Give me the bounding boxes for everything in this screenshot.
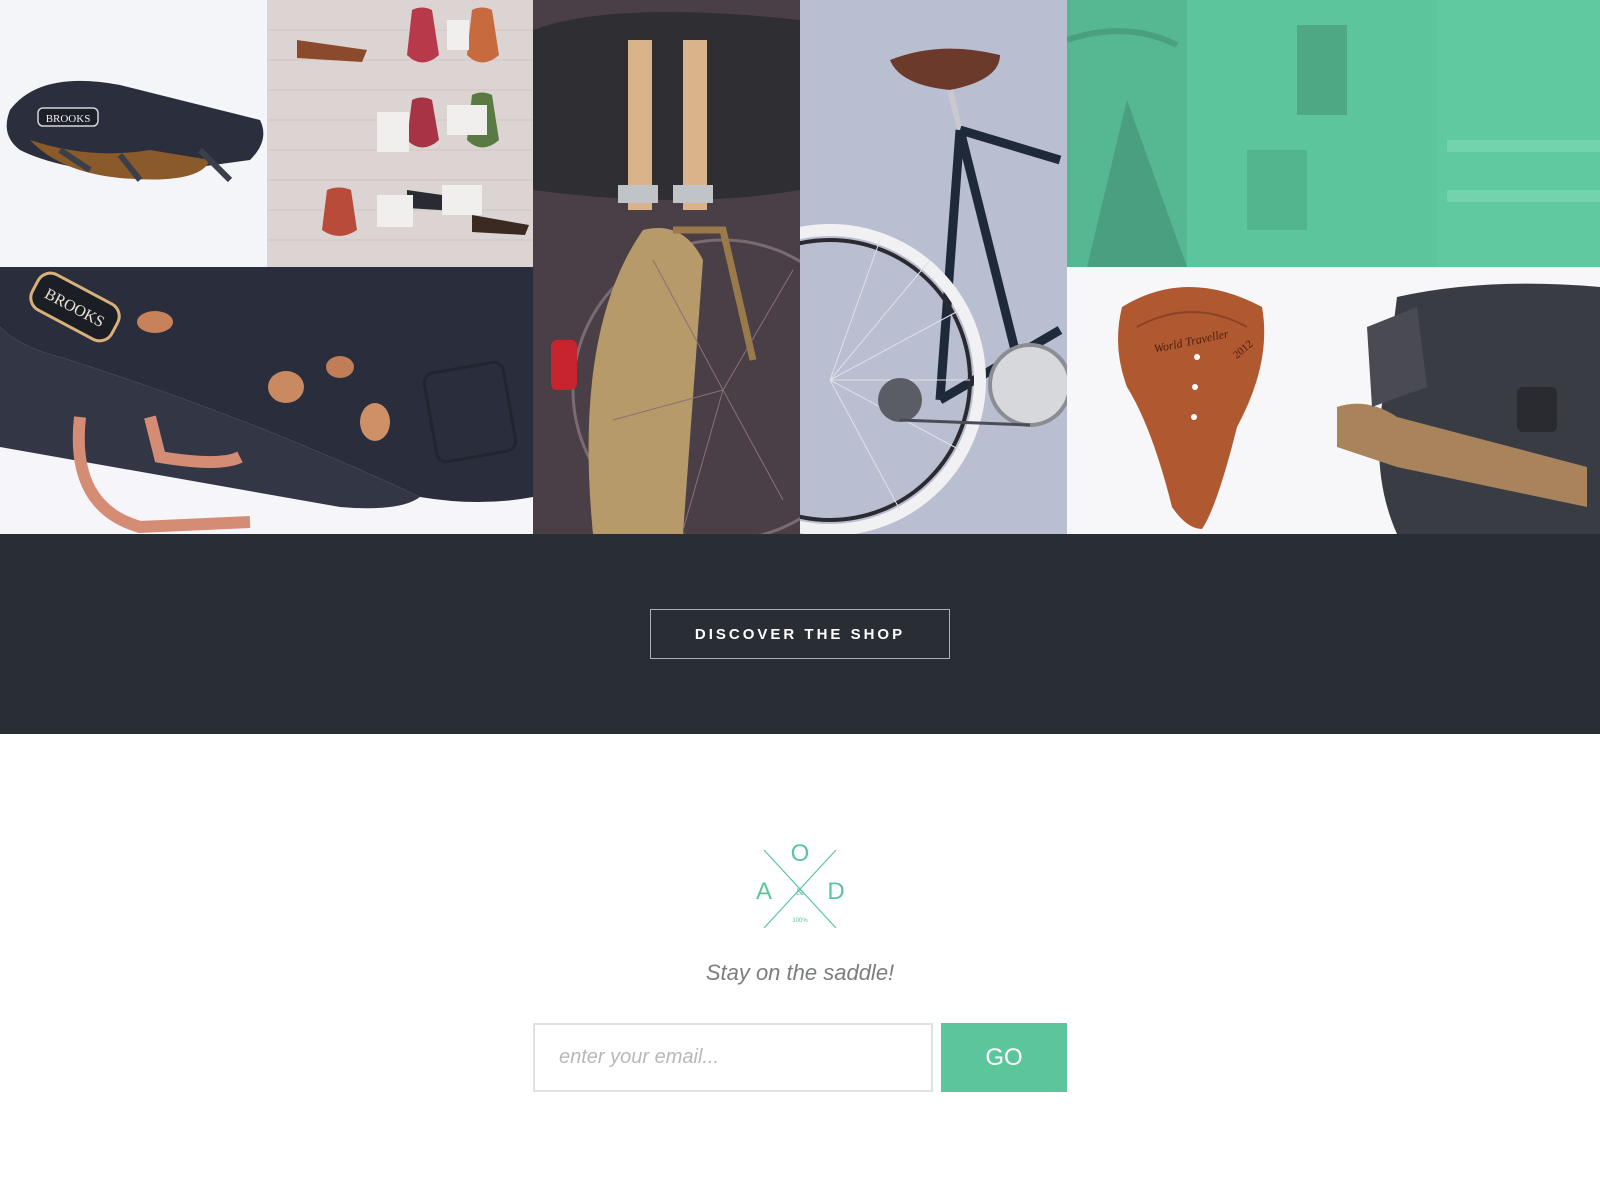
- gallery-photo-black-saddle: BROOKS: [0, 0, 267, 267]
- copper-saddle-illustration: World Traveller 2012: [1067, 267, 1600, 534]
- logo-letter-o: O: [790, 840, 810, 867]
- saddle-wall-illustration: [267, 0, 533, 267]
- newsletter-tagline: Stay on the saddle!: [705, 960, 895, 985]
- logo-letter-d: D: [827, 878, 845, 905]
- logo-letter-a: A: [755, 878, 772, 905]
- go-button[interactable]: GO: [941, 1023, 1067, 1092]
- gallery-photo-saddle-wall: [267, 0, 533, 267]
- saddle-closeup-illustration: BROOKS: [0, 267, 533, 534]
- email-input[interactable]: [533, 1023, 933, 1092]
- brand-logo: O A D & 100%: [750, 840, 850, 930]
- svg-text:BROOKS: BROOKS: [46, 113, 91, 125]
- gallery-photo-bike-rack-bag: [533, 0, 800, 534]
- logo-subtext: 100%: [792, 918, 808, 924]
- road-bike-illustration: [800, 0, 1067, 534]
- gallery-photo-copper-saddle-bag: World Traveller 2012: [1067, 267, 1600, 534]
- bike-rack-illustration: [533, 0, 800, 534]
- discover-shop-button[interactable]: DISCOVER THE SHOP: [650, 609, 950, 659]
- shop-interior-illustration: [1067, 0, 1600, 267]
- gallery-photo-saddle-closeup: BROOKS: [0, 267, 533, 534]
- gallery-photo-road-bike: [800, 0, 1067, 534]
- gallery-photo-shop-interior: [1067, 0, 1600, 267]
- photo-mosaic: BROOKS BROOKS World Traveller 2012: [0, 0, 1600, 534]
- logo-ampersand: &: [795, 886, 805, 898]
- saddle-illustration: BROOKS: [0, 0, 267, 267]
